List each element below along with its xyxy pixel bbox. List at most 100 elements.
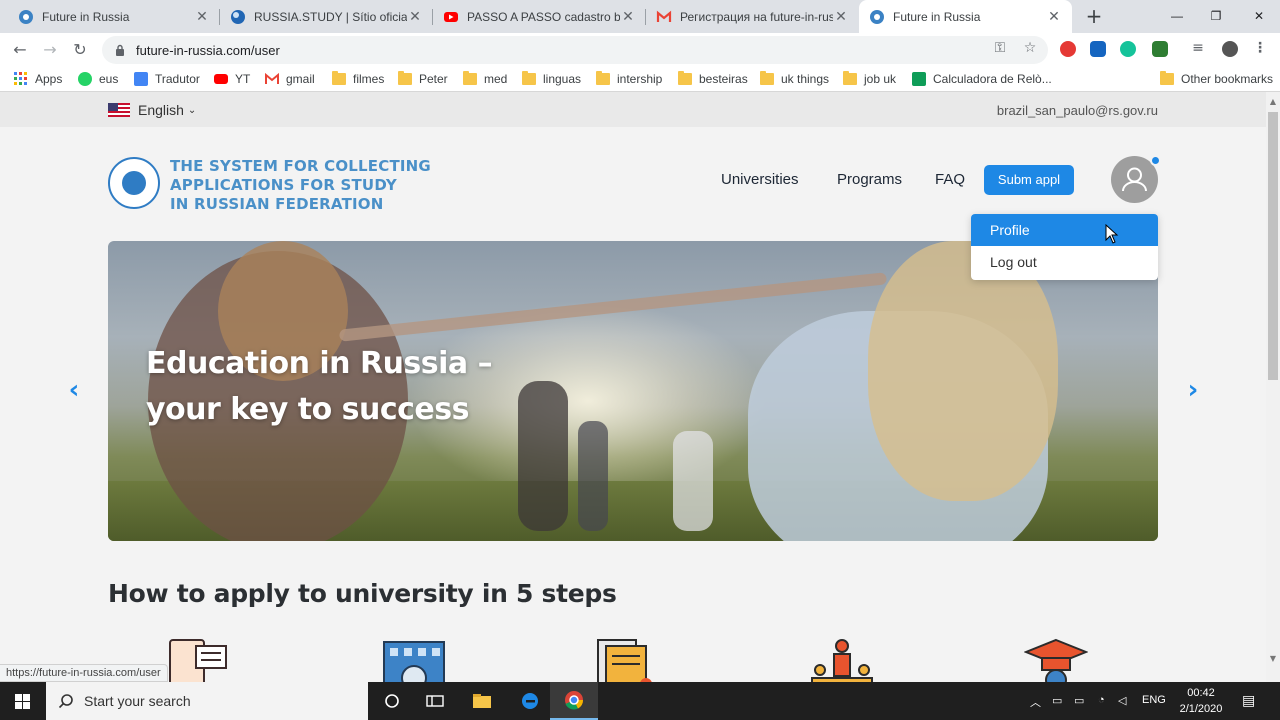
bookmark-folder-linguas[interactable]: linguas [522, 70, 581, 88]
battery-icon[interactable]: ▭ [1074, 694, 1084, 707]
bookmark-folder-med[interactable]: med [463, 70, 507, 88]
menu-item-profile[interactable]: Profile [971, 214, 1158, 246]
other-bookmarks[interactable]: Other bookmarks [1160, 70, 1273, 88]
carousel-prev-arrow-icon[interactable]: ‹ [64, 375, 84, 405]
bookmark-folder-job-uk[interactable]: job uk [843, 70, 896, 88]
action-center-icon[interactable]: ▤ [1242, 692, 1255, 709]
cortana-icon[interactable] [368, 682, 416, 720]
key-icon[interactable]: ⚿ [992, 40, 1008, 56]
site-name-line: APPLICATIONS FOR STUDY [170, 176, 397, 194]
bookmark-folder-besteiras[interactable]: besteiras [678, 70, 748, 88]
close-icon[interactable]: ✕ [194, 8, 210, 25]
nav-faq[interactable]: FAQ [935, 171, 965, 188]
bookmark-yt[interactable]: YT [214, 70, 250, 88]
extension-icon[interactable] [1060, 41, 1076, 57]
windows-start-button[interactable] [0, 682, 46, 720]
extension-badge-icon[interactable] [1152, 41, 1168, 57]
bookmark-folder-uk-things[interactable]: uk things [760, 70, 829, 88]
nav-programs[interactable]: Programs [837, 171, 902, 188]
submit-application-button[interactable]: Subm appl [984, 165, 1074, 195]
profile-avatar-icon[interactable] [1222, 41, 1238, 57]
chevron-down-icon: ⌄ [187, 104, 197, 116]
network-off-icon[interactable]: ▭ [1052, 694, 1062, 707]
star-icon[interactable]: ☆ [1022, 40, 1038, 56]
browser-tab-4[interactable]: Регистрация на future-in-russ ✕ [646, 0, 859, 33]
steps-heading: How to apply to university in 5 steps [108, 579, 617, 608]
team-icon [811, 639, 873, 682]
bookmark-label: filmes [353, 72, 385, 86]
input-language[interactable]: ENG [1142, 694, 1166, 706]
chrome-taskbar-icon[interactable] [550, 682, 598, 720]
bookmark-label: YT [235, 72, 251, 86]
whatsapp-icon [78, 72, 92, 86]
wifi-icon[interactable]: ◔ [1098, 694, 1105, 706]
close-icon[interactable]: ✕ [620, 8, 636, 25]
us-flag-icon [108, 103, 130, 117]
nav-universities[interactable]: Universities [721, 171, 799, 188]
site-name[interactable]: THE SYSTEM FOR COLLECTING APPLICATIONS F… [170, 157, 450, 214]
new-tab-button[interactable]: + [1082, 4, 1106, 28]
globe-icon [869, 9, 885, 25]
forward-arrow-icon[interactable]: → [38, 38, 62, 62]
media-control-icon[interactable]: ≡ [1190, 40, 1206, 56]
browser-tab-1[interactable]: Future in Russia ✕ [8, 0, 220, 33]
show-hidden-icons-chevron-icon[interactable]: ︿ [1030, 694, 1041, 710]
bookmark-label: Other bookmarks [1181, 72, 1274, 86]
globe-icon [122, 171, 146, 195]
tab-strip: Future in Russia ✕ RUSSIA.STUDY | Sítio … [0, 0, 1280, 33]
back-arrow-icon[interactable]: ← [8, 38, 32, 62]
bookmark-tradutor[interactable]: Tradutor [134, 70, 200, 88]
language-selector[interactable]: English ⌄ [108, 102, 196, 118]
scrollbar-thumb[interactable] [1268, 112, 1278, 380]
bookmark-calculadora[interactable]: Calculadora de Relò... [912, 70, 1052, 88]
carousel-next-arrow-icon[interactable]: › [1183, 375, 1203, 405]
folder-icon [843, 71, 857, 85]
site-top-bar: English ⌄ brazil_san_paulo@rs.gov.ru [0, 92, 1266, 127]
apps-grid-icon [14, 72, 27, 85]
folder-icon [522, 71, 536, 85]
bookmark-gmail[interactable]: gmail [265, 70, 315, 88]
reload-icon[interactable]: ↻ [68, 38, 92, 62]
translate-icon [134, 72, 148, 86]
globe-icon [18, 9, 34, 25]
folder-icon [596, 71, 610, 85]
browser-tab-5[interactable]: Future in Russia ✕ [859, 0, 1072, 33]
file-explorer-icon[interactable] [458, 682, 506, 720]
bookmark-label: gmail [286, 72, 315, 86]
youtube-icon [214, 74, 228, 84]
volume-icon[interactable]: ◁ [1118, 694, 1126, 707]
close-icon[interactable]: ✕ [833, 8, 849, 25]
checklist-extension-icon[interactable] [1090, 41, 1106, 57]
bookmark-apps[interactable]: Apps [14, 70, 62, 88]
browser-tab-2[interactable]: RUSSIA.STUDY | Sítio oficial de ✕ [220, 0, 433, 33]
address-bar[interactable]: future-in-russia.com/user [102, 36, 1048, 64]
taskbar-search-box[interactable]: Start your search [46, 682, 368, 720]
web-page: English ⌄ brazil_san_paulo@rs.gov.ru THE… [0, 92, 1266, 682]
kebab-menu-icon[interactable]: ⋮ [1252, 40, 1268, 56]
bookmark-folder-intership[interactable]: intership [596, 70, 662, 88]
scroll-down-arrow-icon[interactable]: ▼ [1266, 652, 1280, 666]
task-view-icon[interactable] [411, 682, 459, 720]
close-icon[interactable]: ✕ [1046, 8, 1062, 25]
site-logo[interactable] [108, 157, 160, 209]
page-scrollbar[interactable]: ▲ ▼ [1266, 92, 1280, 682]
university-building-icon [383, 641, 445, 682]
bookmark-folder-peter[interactable]: Peter [398, 70, 448, 88]
bookmark-label: eus [99, 72, 119, 86]
menu-item-logout[interactable]: Log out [971, 246, 1158, 278]
youtube-icon [443, 9, 459, 25]
close-window-button[interactable]: ✕ [1236, 2, 1280, 30]
close-icon[interactable]: ✕ [407, 8, 423, 25]
browser-tab-3[interactable]: PASSO A PASSO cadastro bols ✕ [433, 0, 646, 33]
bookmark-folder-filmes[interactable]: filmes [332, 70, 384, 88]
search-icon [58, 694, 73, 709]
scroll-up-arrow-icon[interactable]: ▲ [1266, 95, 1280, 109]
edge-browser-icon[interactable] [506, 682, 554, 720]
url-text: future-in-russia.com/user [136, 42, 280, 58]
hero-headline-line: your key to success [146, 392, 470, 427]
tab-title: Регистрация на future-in-russ [680, 9, 833, 24]
restore-button[interactable]: ❐ [1193, 2, 1239, 30]
bookmark-eus[interactable]: eus [78, 70, 118, 88]
grammarly-icon[interactable] [1120, 41, 1136, 57]
system-clock[interactable]: 00:42 2/1/2020 [1176, 685, 1226, 717]
